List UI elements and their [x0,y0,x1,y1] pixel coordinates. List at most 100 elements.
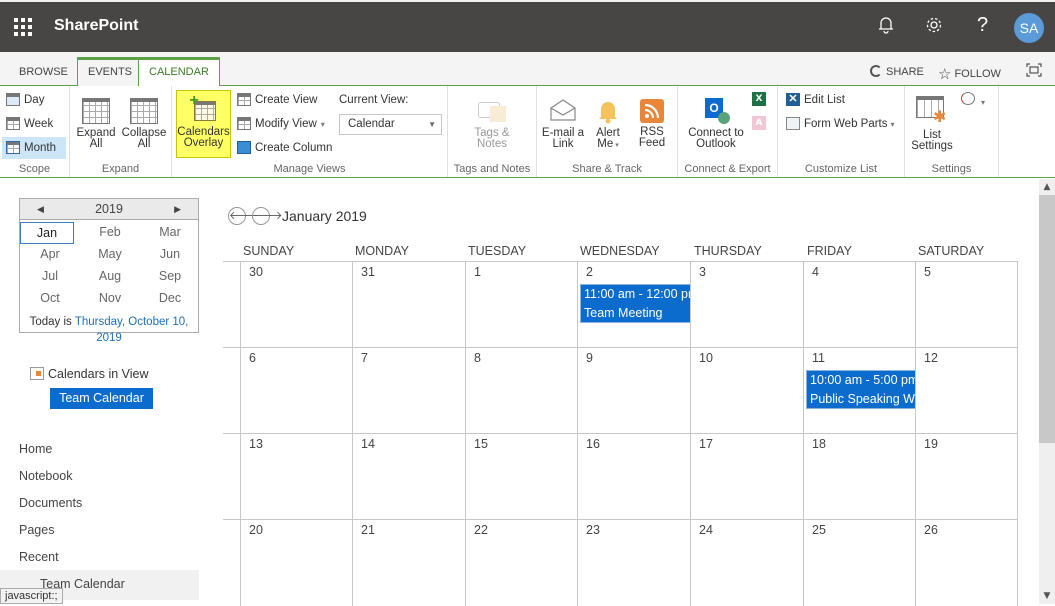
nav-link-documents[interactable]: Documents [19,496,82,510]
form-web-parts-button[interactable]: Form Web Parts ▾ [782,113,899,135]
month-cell[interactable]: Mar [140,222,200,244]
calendar-day-cell[interactable]: 19 [915,434,1018,520]
day-number[interactable]: 30 [249,265,263,279]
avatar[interactable]: SA [1014,13,1044,43]
list-settings-button[interactable]: ✱ List Settings [909,90,955,152]
calendar-day-cell[interactable]: 26 [915,520,1018,606]
day-number[interactable]: 17 [699,437,713,451]
day-view-button[interactable]: Day [2,89,48,111]
help-icon[interactable]: ? [977,14,988,37]
expand-all-button[interactable]: Expand All [75,90,117,150]
tab-browse[interactable]: BROWSE [9,58,78,86]
nav-link-notebook[interactable]: Notebook [19,469,73,483]
calendar-day-cell[interactable]: 30 [240,262,352,348]
scroll-up-icon[interactable]: ▲ [1039,179,1055,195]
day-number[interactable]: 11 [812,351,825,365]
calendar-in-view-item[interactable]: Team Calendar [50,388,153,409]
day-number[interactable]: 21 [361,523,375,537]
email-link-button[interactable]: E-mail a Link [541,90,585,150]
workflow-settings-button[interactable]: ▾ [961,92,985,108]
day-number[interactable]: 20 [249,523,263,537]
follow-button[interactable]: ☆ FOLLOW [938,65,1001,83]
month-cell[interactable]: Nov [80,288,140,310]
month-cell[interactable]: Jan [20,222,74,244]
calendar-event[interactable]: 11:00 am - 12:00 pm Team Meeting [580,284,691,323]
nav-link-home[interactable]: Home [19,442,52,456]
bell-icon[interactable] [878,16,894,39]
calendar-day-cell[interactable]: 1 [465,262,577,348]
calendar-day-cell[interactable]: 10 [690,348,803,434]
month-cell[interactable]: Jun [140,244,200,266]
day-number[interactable]: 15 [474,437,488,451]
day-number[interactable]: 1 [474,265,481,279]
calendar-day-cell[interactable]: 4 [803,262,915,348]
gear-icon[interactable] [925,16,943,39]
export-excel-icon[interactable]: X [752,92,766,106]
day-number[interactable]: 31 [361,265,375,279]
open-access-icon[interactable]: A [752,116,766,130]
day-number[interactable]: 23 [586,523,600,537]
previous-year-icon[interactable]: ◀ [37,199,44,220]
day-number[interactable]: 25 [812,523,826,537]
day-number[interactable]: 19 [924,437,938,451]
day-number[interactable]: 24 [699,523,713,537]
rss-feed-button[interactable]: RSS Feed [633,90,671,149]
day-number[interactable]: 7 [361,351,368,365]
calendars-overlay-button[interactable]: + Calendars Overlay [176,90,231,158]
day-number[interactable]: 4 [812,265,819,279]
calendar-day-cell[interactable]: 16 [577,434,690,520]
month-cell[interactable]: Jul [20,266,80,288]
next-month-button[interactable]: 🡒 [252,207,283,225]
calendar-day-cell[interactable]: 14 [352,434,465,520]
day-number[interactable]: 8 [474,351,481,365]
alert-me-button[interactable]: Alert Me ▾ [589,90,627,151]
edit-list-button[interactable]: ✕ Edit List [782,89,849,111]
month-cell[interactable]: Oct [20,288,80,310]
calendar-day-cell[interactable]: 3 [690,262,803,348]
month-view-button[interactable]: Month [2,137,66,159]
connect-outlook-button[interactable]: O Connect to Outlook [684,90,748,150]
today-link[interactable]: Thursday, October 10, 2019 [75,316,189,344]
tab-calendar[interactable]: CALENDAR [138,57,220,87]
tags-notes-button[interactable]: Tags & Notes [458,90,526,150]
calendar-day-cell[interactable]: 6 [240,348,352,434]
app-name[interactable]: SharePoint [54,17,138,35]
calendar-day-cell[interactable]: 13 [240,434,352,520]
month-cell[interactable]: Dec [140,288,200,310]
calendar-day-cell[interactable]: 31 [352,262,465,348]
collapse-all-button[interactable]: Collapse All [120,90,168,150]
calendar-day-cell[interactable]: 15 [465,434,577,520]
app-launcher-icon[interactable] [14,18,32,36]
current-view-select[interactable]: Calendar ▼ [339,114,442,135]
calendar-day-cell[interactable]: 25 [803,520,915,606]
calendar-day-cell[interactable]: 17 [690,434,803,520]
scroll-down-icon[interactable]: ▼ [1039,588,1055,604]
day-number[interactable]: 13 [249,437,263,451]
day-number[interactable]: 5 [924,265,931,279]
nav-link-recent[interactable]: Recent [19,550,59,564]
nav-link-pages[interactable]: Pages [19,523,54,537]
calendar-day-cell[interactable]: 11 10:00 am - 5:00 pm Public Speaking Work… [803,348,916,434]
calendar-day-cell[interactable]: 18 [803,434,915,520]
calendar-day-cell[interactable]: 24 [690,520,803,606]
calendar-day-cell[interactable]: 22 [465,520,577,606]
month-cell[interactable]: Aug [80,266,140,288]
day-number[interactable]: 6 [249,351,256,365]
day-number[interactable]: 3 [699,265,706,279]
day-number[interactable]: 22 [474,523,488,537]
calendar-day-cell[interactable]: 12 [915,348,1018,434]
calendar-day-cell[interactable]: 8 [465,348,577,434]
modify-view-button[interactable]: Modify View ▾ [233,113,329,135]
previous-month-button[interactable]: 🡐 [228,207,259,225]
day-number[interactable]: 10 [699,351,713,365]
vertical-scrollbar[interactable]: ▲ ▼ [1039,179,1055,604]
month-cell[interactable]: Apr [20,244,80,266]
day-number[interactable]: 14 [361,437,375,451]
day-number[interactable]: 9 [586,351,593,365]
calendar-day-cell[interactable]: 9 [577,348,690,434]
month-cell[interactable]: Sep [140,266,200,288]
calendar-day-cell[interactable]: 2 11:00 am - 12:00 pm Team Meeting [577,262,691,348]
calendar-event[interactable]: 10:00 am - 5:00 pm Public Speaking Worksh… [806,370,916,409]
calendar-day-cell[interactable]: 5 [915,262,1018,348]
calendar-day-cell[interactable]: 21 [352,520,465,606]
